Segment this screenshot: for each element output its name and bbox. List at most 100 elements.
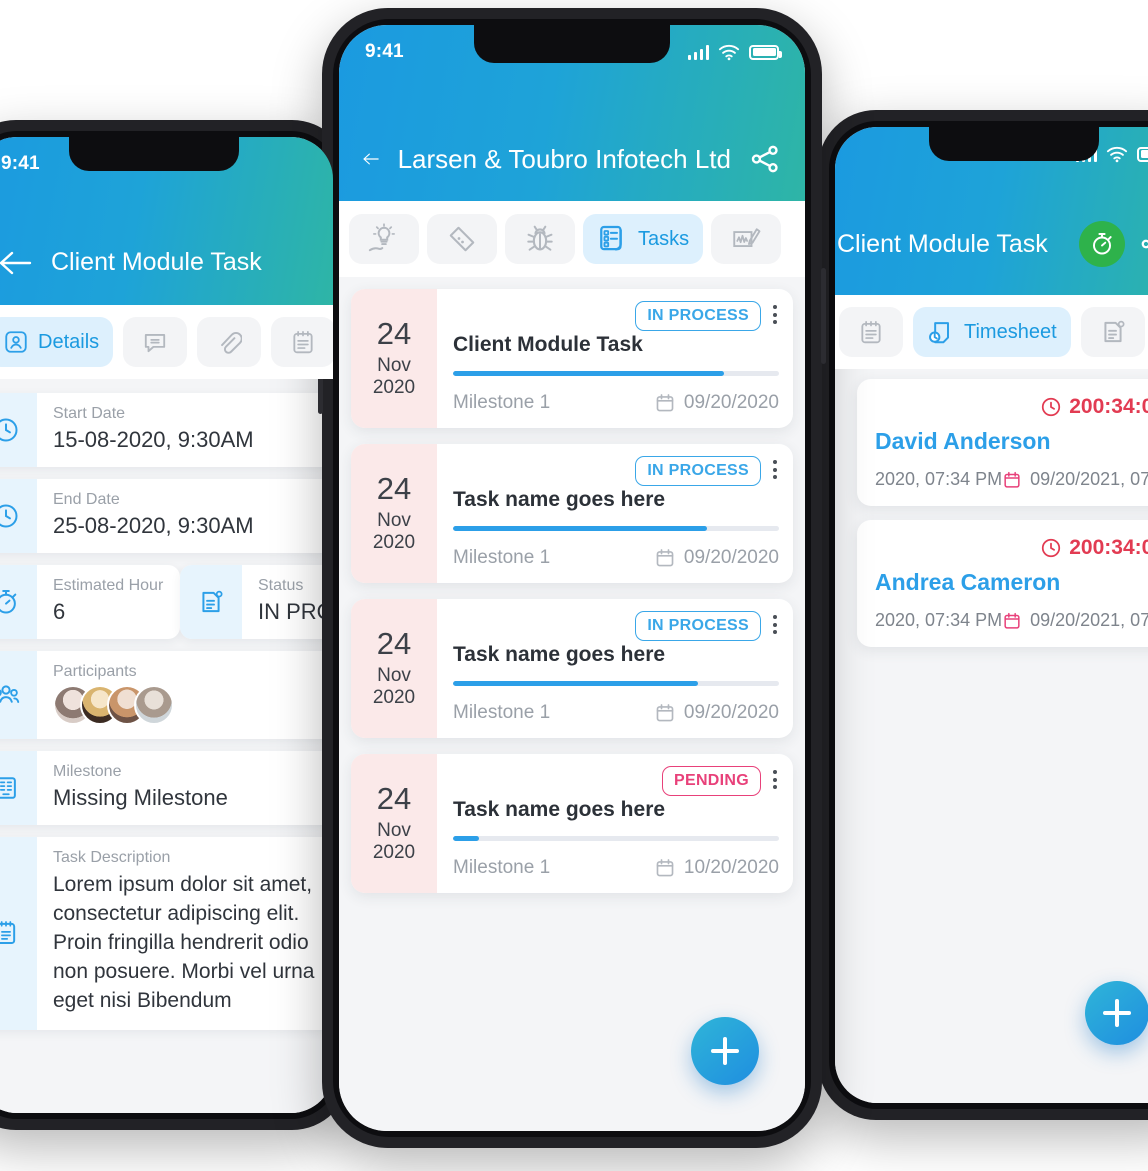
tab-ideas[interactable] [349,214,419,264]
left-header-row: Client Module Task [0,248,333,277]
share-icon[interactable] [749,143,781,175]
tab-attachments[interactable] [197,317,262,367]
status-time: 9:41 [365,41,404,62]
task-milestone: Milestone 1 [453,547,551,568]
participants-icon [0,651,37,739]
clock-icon [0,479,37,553]
task-day: 24 [376,315,412,351]
task-due-date: 09/20/2020 [683,547,779,568]
task-progress-fill [453,371,724,376]
status-time: 9:41 [1,153,40,174]
status-badge: IN PROCESS [635,456,761,486]
detail-label: Start Date [53,405,126,422]
tab-comments[interactable] [123,317,188,367]
task-card[interactable]: 24 Nov 2020 IN PROCESS Task name goes he… [351,599,793,738]
battery-icon [1137,146,1148,162]
detail-row-participants[interactable]: Participants [0,651,333,739]
task-card[interactable]: 24 Nov 2020 IN PROCESS Task name goes he… [351,444,793,583]
notch [929,127,1099,161]
task-year: 2020 [372,377,416,399]
tab-notes[interactable] [839,307,903,357]
phone-left-screen: 9:41 Client Module Task Details Start Da… [0,137,333,1113]
detail-value: IN PROCESS [258,599,333,624]
status-badge: PENDING [662,766,761,796]
arrow-left-icon[interactable] [0,250,33,276]
tab-status-doc[interactable] [1080,307,1145,357]
milestone-icon [0,751,37,825]
task-month: Nov [377,355,411,377]
detail-value: Lorem ipsum dolor sit amet, consectetur … [53,873,315,1012]
task-card[interactable]: 24 Nov 2020 PENDING Task name goes here … [351,754,793,893]
task-top: IN PROCESS [453,301,779,331]
calendar-icon [1004,612,1020,629]
notes-icon [293,330,313,354]
tab-tickets[interactable] [427,214,497,264]
avatar[interactable] [134,685,174,725]
stopwatch-icon [1093,233,1112,255]
status-indicators [687,44,782,61]
detail-row-start-date[interactable]: Start Date 15-08-2020, 9:30AM [0,393,333,467]
detail-row-description[interactable]: Task Description Lorem ipsum dolor sit a… [0,837,333,1030]
tab-details-label: Details [38,330,100,353]
timesheet-end: 09/20/2021, 07:34 PM [1030,610,1148,630]
task-date: 24 Nov 2020 [351,289,437,428]
detail-row-end-date[interactable]: End Date 25-08-2020, 9:30AM [0,479,333,553]
add-timesheet-fab[interactable] [1085,981,1148,1045]
tab-tasks[interactable]: Tasks [583,214,704,264]
detail-body: Participants [37,651,333,739]
detail-label: Status [258,577,304,594]
timesheet-row[interactable]: 200:34:00 David Anderson 2020, 07:34 PM [857,379,1148,506]
task-menu-button[interactable] [771,301,779,328]
timesheet-row-foot: 2020, 07:34 PM 09/20/2021, 07:34 PM [875,610,1148,631]
mockup-stage: 9:41 Client Module Task Details Start Da… [0,0,1148,1171]
detail-body: End Date 25-08-2020, 9:30AM [37,479,333,553]
task-name: Task name goes here [453,798,666,821]
task-name: Task name goes here [453,488,666,511]
task-due-wrap: 10/20/2020 [654,857,779,879]
start-timer-button[interactable] [1079,221,1125,267]
tab-tasks-label: Tasks [638,227,690,250]
task-foot: Milestone 1 09/20/2020 [453,392,779,414]
add-task-fab[interactable] [691,1017,759,1085]
task-milestone: Milestone 1 [453,857,551,878]
tab-details[interactable]: Details [0,317,114,367]
detail-row-status[interactable]: Status IN PROCESS [180,565,333,639]
task-menu-button[interactable] [771,611,779,638]
tab-notes[interactable] [271,317,333,367]
task-main: PENDING Task name goes here Milestone 1 [437,754,793,893]
detail-row-milestone[interactable]: Milestone Missing Milestone [0,751,333,825]
duration-text: 200:34:00 [1069,535,1148,559]
page-title: Client Module Task [837,229,1048,258]
task-progress [453,836,779,841]
power-button[interactable] [821,268,826,364]
task-menu-button[interactable] [771,766,779,793]
task-date: 24 Nov 2020 [351,444,437,583]
task-list: 24 Nov 2020 IN PROCESS Client Module Tas… [339,277,805,1131]
task-month: Nov [377,820,411,842]
detail-row-estimated-hour[interactable]: Estimated Hour 6 [0,565,180,639]
tab-timesheet[interactable]: Timesheet [913,307,1071,357]
participant-avatars [53,685,317,725]
detail-label: End Date [53,491,120,508]
phone-center: 9:41 Larsen & Toubro Infotech Ltd Tasks … [318,8,826,1148]
detail-label: Estimated Hour [53,577,164,594]
status-badge: IN PROCESS [635,301,761,331]
task-day: 24 [376,625,412,661]
timesheet-end: 09/20/2021, 07:34 PM [1030,469,1148,489]
tab-bugs[interactable] [505,214,575,264]
task-card[interactable]: 24 Nov 2020 IN PROCESS Client Module Tas… [351,289,793,428]
phone-right: 9:41 Client Module Task [818,110,1148,1120]
arrow-left-icon[interactable] [363,145,380,173]
header-actions [1079,221,1148,267]
detail-body: Task Description Lorem ipsum dolor sit a… [37,837,333,1030]
timesheet-row[interactable]: 200:34:00 Andrea Cameron 2020, 07:34 PM [857,520,1148,647]
tab-signature[interactable] [711,214,782,264]
calendar-icon [656,704,674,722]
task-foot: Milestone 1 09/20/2020 [453,702,779,724]
contact-card-icon [5,331,27,353]
timesheet-row-foot: 2020, 07:34 PM 09/20/2021, 07:34 PM [875,469,1148,490]
share-icon[interactable] [1139,229,1148,259]
detail-body: Estimated Hour 6 [37,565,180,639]
battery-icon [749,44,782,60]
task-menu-button[interactable] [771,456,779,483]
